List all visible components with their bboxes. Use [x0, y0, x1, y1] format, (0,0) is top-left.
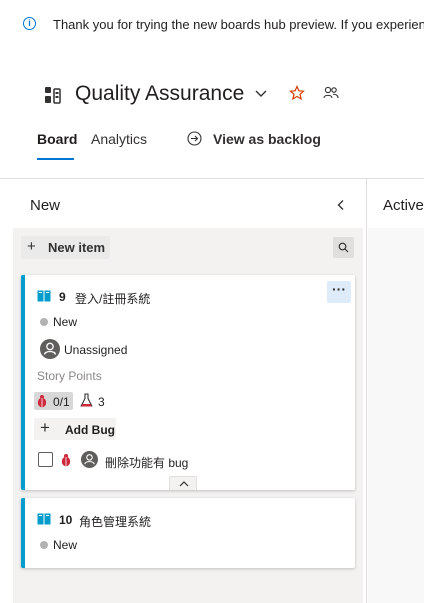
avatar-icon	[81, 451, 98, 468]
new-item-button[interactable]: + New item	[21, 236, 110, 259]
test-count: 3	[98, 395, 105, 409]
plus-icon: +	[27, 238, 36, 255]
tab-analytics[interactable]: Analytics	[91, 131, 147, 147]
more-icon[interactable]: ···	[327, 281, 351, 303]
info-banner: i Thank you for trying the new boards hu…	[0, 0, 424, 48]
page-title: Quality Assurance	[75, 82, 245, 105]
tab-board[interactable]: Board	[37, 131, 77, 147]
team-icon	[45, 87, 61, 104]
flask-icon	[80, 393, 93, 407]
child-checkbox[interactable]	[38, 452, 53, 467]
chevron-down-icon[interactable]	[254, 86, 268, 100]
book-icon	[37, 290, 51, 302]
chevron-up-icon[interactable]	[169, 476, 197, 490]
collapse-icon[interactable]	[336, 199, 346, 211]
card-id: 10	[59, 513, 73, 527]
column-separator	[366, 179, 367, 603]
banner-message: Thank you for trying the new boards hub …	[53, 17, 424, 32]
book-icon	[37, 513, 51, 525]
plus-icon: +	[40, 418, 50, 437]
bug-icon	[37, 395, 47, 408]
add-bug-label: Add Bug	[65, 423, 115, 437]
search-button[interactable]	[333, 237, 354, 258]
avatar-icon	[40, 339, 60, 359]
child-item-title[interactable]: 刪除功能有 bug	[105, 454, 188, 471]
bug-icon	[61, 454, 71, 467]
view-as-backlog-link[interactable]: View as backlog	[213, 131, 321, 147]
tab-board-underline	[37, 158, 74, 160]
assigned-to[interactable]: Unassigned	[64, 343, 127, 357]
star-icon[interactable]	[289, 85, 305, 101]
card-10[interactable]	[21, 498, 355, 568]
search-icon	[338, 242, 349, 253]
card-state: New	[53, 538, 78, 552]
card-title[interactable]: 角色管理系統	[79, 513, 151, 530]
card-state: New	[53, 315, 78, 329]
column-active	[368, 228, 424, 603]
state-dot	[40, 318, 48, 326]
backlog-icon[interactable]	[187, 131, 202, 146]
card-title[interactable]: 登入/註冊系統	[75, 290, 150, 307]
people-icon[interactable]	[323, 86, 339, 100]
card-id: 9	[59, 290, 66, 304]
column-header-active: Active	[383, 197, 424, 214]
state-dot	[40, 541, 48, 549]
divider	[0, 178, 424, 179]
column-header-new: New	[30, 197, 61, 214]
bug-progress: 0/1	[53, 395, 70, 409]
new-item-label: New item	[48, 240, 106, 255]
field-label: Story Points	[37, 369, 102, 383]
info-icon: i	[23, 17, 36, 30]
